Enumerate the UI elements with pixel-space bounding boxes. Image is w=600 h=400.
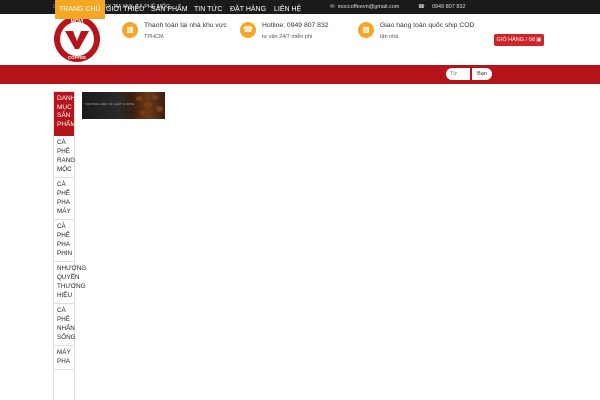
site-logo[interactable]: MOVI COFFEE (53, 15, 101, 63)
coffee-bean-image (152, 95, 158, 100)
phone-icon: ☎ (240, 22, 256, 38)
feature-hotline-sub: tư vấn 24/7 miễn phí (262, 34, 313, 40)
hero-banner[interactable]: THƯƠNG HIỆU VÀ CHẤT LƯỢNG (82, 92, 165, 119)
coffee-bean-image (136, 96, 143, 101)
category-item[interactable]: MÁY PHA (54, 346, 74, 370)
nav-home[interactable]: Trang chủ (55, 0, 105, 19)
category-item[interactable]: CÀ PHÊ NHÂN SỐNG (54, 304, 76, 346)
search-input[interactable] (446, 68, 470, 80)
sidebar-title: DANH MỤC SẢN PHẨM (54, 92, 74, 136)
nav-news[interactable]: Tin tức (190, 0, 226, 19)
phone-icon: ☎ (418, 4, 425, 10)
cart-label: GIỎ HÀNG / 0đ (496, 37, 535, 43)
feature-shipping-title: Giao hàng toàn quốc ship COD (380, 22, 475, 29)
nav-about[interactable]: Giới thiệu (102, 0, 148, 19)
coffee-bean-image (144, 102, 152, 108)
contact-phone[interactable]: ☎ 0949 807 832 (418, 4, 466, 10)
category-item[interactable]: CÀ PHÊ PHA PHIN (54, 220, 74, 262)
feature-hotline-title: Hotline: 0949 807 832 (262, 22, 329, 29)
feature-payment-title: Thanh toán tại nhà khu vực (144, 22, 227, 29)
category-item[interactable]: NHƯỢNG QUYỀN THƯƠNG HIỆU (54, 262, 86, 304)
feature-payment-sub: TPHCM (144, 34, 164, 40)
search-button[interactable]: Bạn (472, 68, 492, 80)
feature-shipping-sub: tận nhà (380, 34, 399, 40)
truck-icon: ▩ (358, 22, 374, 38)
nav-products[interactable]: Sản phẩm (147, 0, 192, 19)
logo-top-text: MOVI (71, 19, 84, 25)
coffee-bean-image (156, 106, 163, 112)
logo-bottom-text: COFFEE (68, 55, 86, 60)
coffee-bean-image (140, 110, 146, 115)
category-sidebar: DANH MỤC SẢN PHẨM CÀ PHÊ RANG MỘC CÀ PHÊ… (53, 91, 86, 400)
nav-order[interactable]: Đặt hàng (226, 0, 270, 19)
truck-icon: ▩ (122, 22, 138, 38)
banner-text: THƯƠNG HIỆU VÀ CHẤT LƯỢNG (85, 102, 135, 106)
bag-icon: ▣ (536, 37, 542, 43)
category-item[interactable]: CÀ PHÊ RANG MỘC (54, 136, 75, 178)
category-item[interactable]: CÀ PHÊ PHA MÁY (54, 178, 74, 220)
main-nav (0, 65, 600, 84)
contact-email[interactable]: ✉ moccoffeevn@gmail.com (330, 4, 399, 10)
nav-contact[interactable]: Liên hệ (270, 0, 305, 19)
cart-button[interactable]: GIỎ HÀNG / 0đ ▣ (494, 34, 544, 46)
mail-icon: ✉ (330, 4, 335, 10)
